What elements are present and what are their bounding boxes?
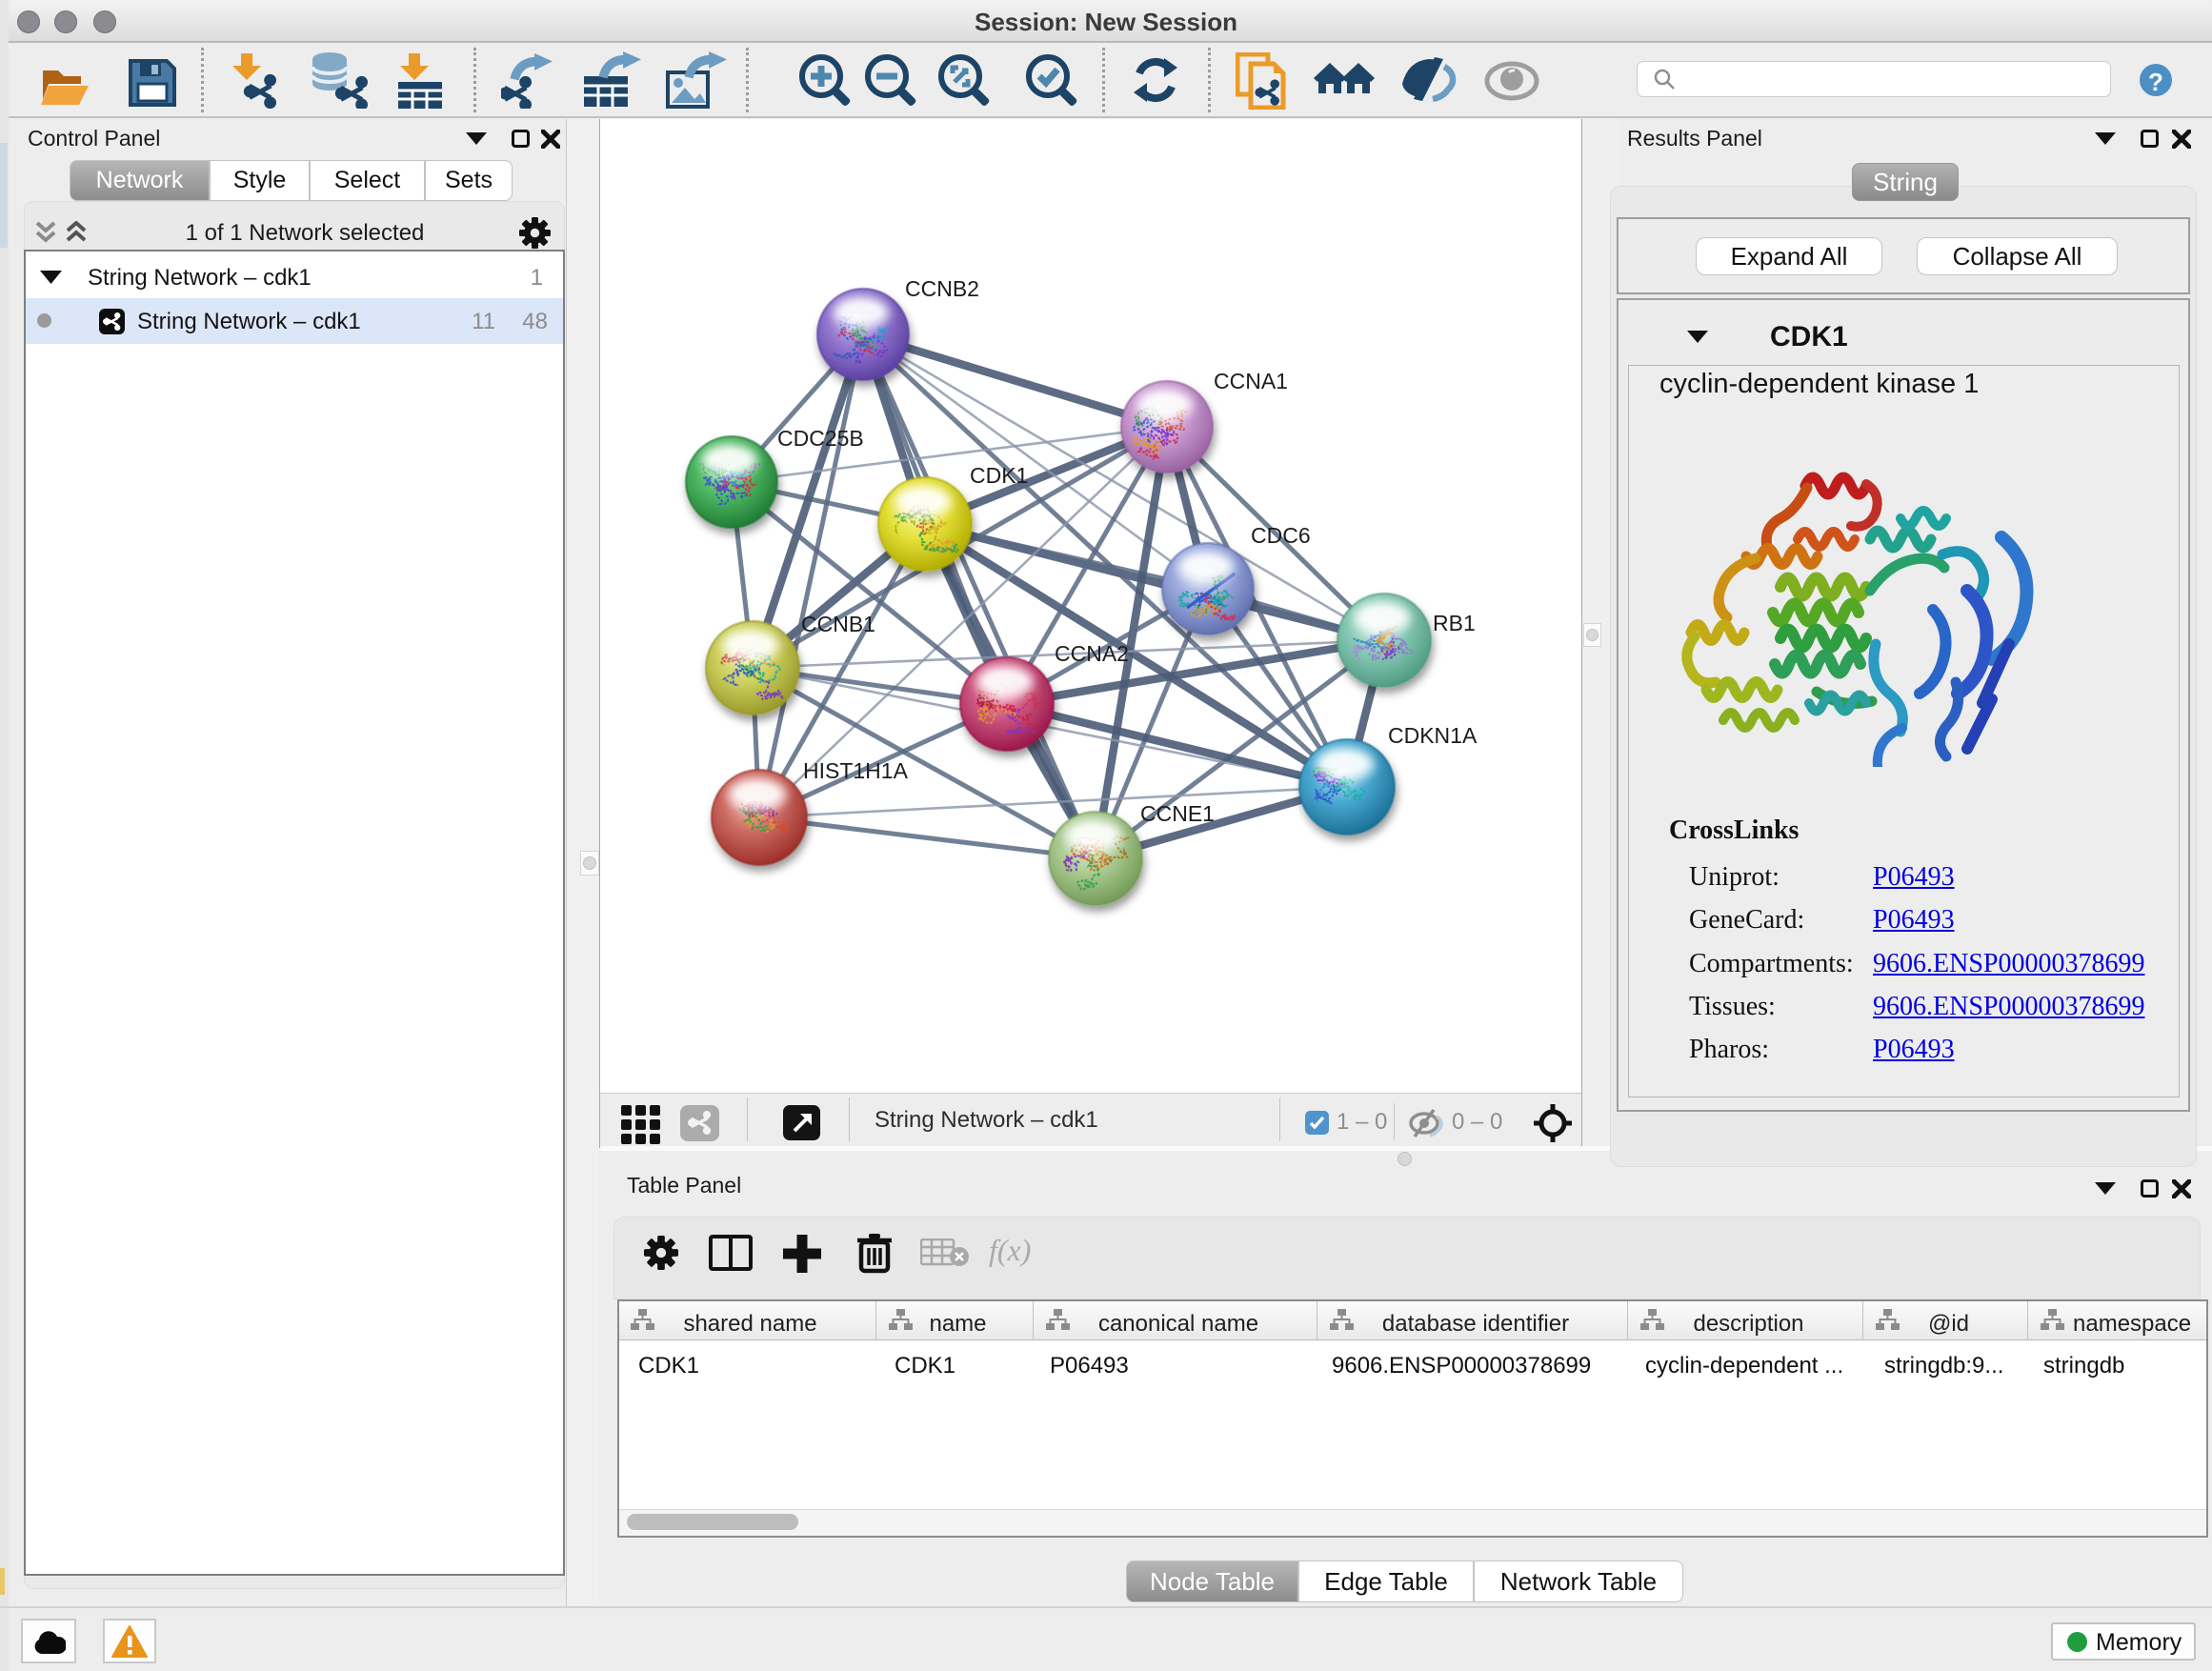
svg-text:HIST1H1A: HIST1H1A xyxy=(803,758,909,783)
svg-text:CCNA1: CCNA1 xyxy=(1214,369,1288,393)
svg-text:CDK1: CDK1 xyxy=(970,463,1028,488)
svg-text:CCNE1: CCNE1 xyxy=(1140,801,1215,826)
svg-text:CCNB2: CCNB2 xyxy=(905,276,979,301)
svg-text:CCNB1: CCNB1 xyxy=(801,612,875,636)
svg-text:CDKN1A: CDKN1A xyxy=(1388,723,1478,748)
svg-text:RB1: RB1 xyxy=(1433,611,1476,635)
svg-text:CCNA2: CCNA2 xyxy=(1055,641,1129,666)
svg-text:CDC6: CDC6 xyxy=(1251,523,1311,548)
svg-text:CDC25B: CDC25B xyxy=(777,426,864,451)
